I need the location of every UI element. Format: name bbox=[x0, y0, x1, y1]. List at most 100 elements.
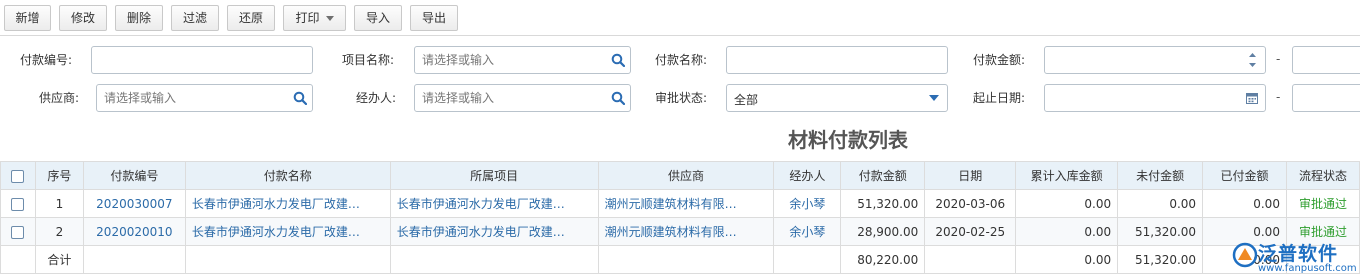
project-link[interactable]: 长春市伊通河水力发电厂改建… bbox=[389, 189, 599, 218]
summary-blank bbox=[82, 245, 186, 274]
unpaid-cell: 51,320.00 bbox=[1117, 217, 1204, 246]
summary-blank bbox=[0, 245, 36, 274]
summary-amount: 80,220.00 bbox=[840, 245, 926, 274]
pay-name-field[interactable] bbox=[726, 46, 948, 74]
amount-range-dash: - bbox=[1276, 52, 1281, 66]
date-end-input[interactable] bbox=[1293, 85, 1360, 111]
summary-blank bbox=[184, 245, 391, 274]
project-field[interactable] bbox=[414, 46, 631, 74]
date-start-field[interactable] bbox=[1044, 84, 1266, 112]
column-header[interactable]: 已付金额 bbox=[1202, 161, 1287, 190]
table-header-row: 序号 付款编号 付款名称 所属项目 供应商 经办人 付款金额 日期 累计入库金额… bbox=[0, 161, 1360, 190]
summary-label: 合计 bbox=[34, 245, 84, 274]
brand-watermark: 泛普软件 www.fanpusoft.com bbox=[1228, 238, 1360, 279]
supplier-link[interactable]: 潮州元顺建筑材料有限… bbox=[597, 217, 775, 246]
amount-cell: 28,900.00 bbox=[840, 217, 926, 246]
summary-blank bbox=[597, 245, 775, 274]
column-header[interactable]: 未付金额 bbox=[1117, 161, 1204, 190]
import-button[interactable]: 导入 bbox=[354, 5, 402, 31]
column-header[interactable]: 序号 bbox=[34, 161, 84, 190]
summary-blank bbox=[924, 245, 1017, 274]
table-row[interactable]: 2 2020020010 长春市伊通河水力发电厂改建… 长春市伊通河水力发电厂改… bbox=[0, 217, 1360, 246]
date-start-input[interactable] bbox=[1045, 85, 1265, 111]
pay-name-label: 付款名称: bbox=[655, 53, 708, 67]
row-no: 1 bbox=[34, 189, 84, 218]
column-header[interactable]: 付款编号 bbox=[82, 161, 186, 190]
status-select[interactable]: 全部 bbox=[726, 84, 948, 112]
table-row[interactable]: 1 2020030007 长春市伊通河水力发电厂改建… 长春市伊通河水力发电厂改… bbox=[0, 189, 1360, 218]
spinner-arrows-icon[interactable] bbox=[1248, 51, 1257, 69]
checkbox-icon[interactable] bbox=[11, 225, 25, 239]
amount-min-field[interactable] bbox=[1044, 46, 1266, 74]
pay-no-link[interactable]: 2020030007 bbox=[82, 189, 186, 218]
date-end-field[interactable] bbox=[1292, 84, 1360, 112]
date-range-dash: - bbox=[1276, 90, 1281, 104]
print-button-label: 打印 bbox=[295, 11, 320, 25]
pay-name-link[interactable]: 长春市伊通河水力发电厂改建… bbox=[184, 217, 391, 246]
summary-row: 合计 80,220.00 0.00 51,320.00 0.00 bbox=[0, 245, 1360, 274]
column-header[interactable]: 付款名称 bbox=[184, 161, 391, 190]
pay-no-label: 付款编号: bbox=[20, 53, 73, 67]
search-icon[interactable] bbox=[611, 91, 625, 105]
add-button[interactable]: 新增 bbox=[4, 5, 51, 31]
date-label: 起止日期: bbox=[973, 91, 1026, 105]
amount-cell: 51,320.00 bbox=[840, 189, 926, 218]
filter-button[interactable]: 过滤 bbox=[171, 5, 219, 31]
stock-total-cell: 0.00 bbox=[1015, 217, 1119, 246]
page-title: 材料付款列表 bbox=[788, 128, 908, 152]
handler-link[interactable]: 余小琴 bbox=[773, 217, 842, 246]
supplier-input[interactable] bbox=[97, 85, 312, 111]
search-icon[interactable] bbox=[293, 91, 307, 105]
logo-icon bbox=[1232, 242, 1258, 268]
column-header[interactable]: 日期 bbox=[924, 161, 1017, 190]
pay-no-field[interactable] bbox=[91, 46, 313, 74]
row-select-cell[interactable] bbox=[0, 189, 36, 218]
column-header[interactable]: 付款金额 bbox=[840, 161, 926, 190]
project-link[interactable]: 长春市伊通河水力发电厂改建… bbox=[389, 217, 599, 246]
brand-name: 泛普软件 bbox=[1258, 243, 1339, 265]
handler-input[interactable] bbox=[415, 85, 630, 111]
column-header[interactable]: 流程状态 bbox=[1285, 161, 1360, 190]
search-icon[interactable] bbox=[611, 53, 625, 67]
handler-field[interactable] bbox=[414, 84, 631, 112]
column-header[interactable]: 经办人 bbox=[773, 161, 842, 190]
status-cell[interactable]: 审批通过 bbox=[1285, 189, 1360, 218]
amount-max-field[interactable] bbox=[1292, 46, 1360, 74]
toolbar: 新增 修改 删除 过滤 还原 打印 导入 导出 bbox=[0, 0, 1360, 36]
amount-max-input[interactable] bbox=[1293, 47, 1360, 73]
date-cell: 2020-02-25 bbox=[924, 217, 1017, 246]
pay-name-link[interactable]: 长春市伊通河水力发电厂改建… bbox=[184, 189, 391, 218]
dropdown-caret-icon[interactable] bbox=[929, 95, 939, 102]
pay-no-link[interactable]: 2020020010 bbox=[82, 217, 186, 246]
brand-url: www.fanpusoft.com bbox=[1258, 263, 1357, 274]
select-all-cell[interactable] bbox=[0, 161, 36, 190]
checkbox-icon[interactable] bbox=[11, 197, 25, 211]
column-header[interactable]: 所属项目 bbox=[389, 161, 599, 190]
summary-blank bbox=[389, 245, 599, 274]
export-button[interactable]: 导出 bbox=[410, 5, 458, 31]
summary-blank bbox=[773, 245, 842, 274]
edit-button[interactable]: 修改 bbox=[59, 5, 107, 31]
checkbox-icon[interactable] bbox=[11, 169, 25, 183]
dropdown-caret-icon bbox=[325, 16, 334, 21]
pay-name-input[interactable] bbox=[727, 47, 947, 73]
supplier-link[interactable]: 潮州元顺建筑材料有限… bbox=[597, 189, 775, 218]
row-no: 2 bbox=[34, 217, 84, 246]
row-select-cell[interactable] bbox=[0, 217, 36, 246]
stock-total-cell: 0.00 bbox=[1015, 189, 1119, 218]
column-header[interactable]: 供应商 bbox=[597, 161, 775, 190]
project-input[interactable] bbox=[415, 47, 630, 73]
supplier-field[interactable] bbox=[96, 84, 313, 112]
print-button[interactable]: 打印 bbox=[283, 5, 346, 31]
handler-link[interactable]: 余小琴 bbox=[773, 189, 842, 218]
delete-button[interactable]: 删除 bbox=[115, 5, 163, 31]
pay-no-input[interactable] bbox=[92, 47, 312, 73]
restore-button[interactable]: 还原 bbox=[227, 5, 275, 31]
handler-label: 经办人: bbox=[356, 91, 397, 105]
column-header[interactable]: 累计入库金额 bbox=[1015, 161, 1119, 190]
paid-cell: 0.00 bbox=[1202, 189, 1287, 218]
date-cell: 2020-03-06 bbox=[924, 189, 1017, 218]
unpaid-cell: 0.00 bbox=[1117, 189, 1204, 218]
amount-min-input[interactable] bbox=[1045, 47, 1265, 73]
calendar-icon[interactable] bbox=[1246, 92, 1258, 104]
